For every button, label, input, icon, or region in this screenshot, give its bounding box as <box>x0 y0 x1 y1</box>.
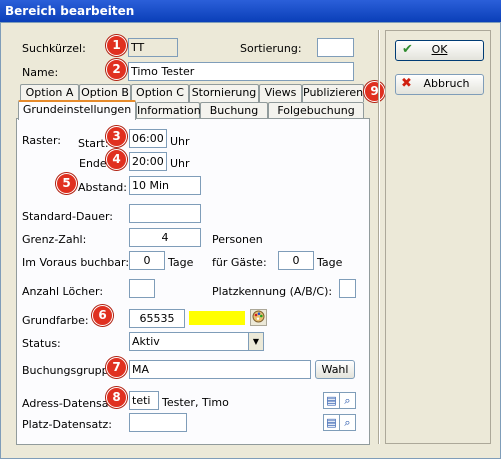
gaeste-input[interactable]: 0 <box>278 251 314 270</box>
personen-label: Personen <box>212 233 263 246</box>
adress-name: Tester, Timo <box>162 396 229 409</box>
buchungsgruppe-label: Buchungsgruppe: <box>22 364 120 377</box>
tab-grundeinstellungen[interactable]: Grundeinstellungen <box>18 100 136 120</box>
callout-badge-6: 6 <box>92 305 113 326</box>
callout-badge-2: 2 <box>106 59 127 80</box>
raster-label: Raster: <box>22 134 61 147</box>
suchkuerzel-label: Suchkürzel: <box>22 42 86 55</box>
sortierung-input[interactable] <box>317 38 354 57</box>
adress-input[interactable]: teti <box>129 391 159 410</box>
separator <box>378 30 380 444</box>
ok-label: OK <box>431 43 448 56</box>
title-bar[interactable]: Bereich bearbeiten <box>0 0 501 22</box>
name-label: Name: <box>22 66 59 79</box>
buchungsgruppe-input[interactable]: MA <box>129 360 311 379</box>
standard-dauer-label: Standard-Dauer: <box>22 210 113 223</box>
voraus-input[interactable]: 0 <box>129 251 165 270</box>
window-title: Bereich bearbeiten <box>5 4 135 18</box>
check-icon: ✔ <box>402 42 413 57</box>
gaeste-label: für Gäste: <box>212 256 267 269</box>
voraus-label: Im Voraus buchbar: <box>22 256 130 269</box>
tab-stornierung[interactable]: Stornierung <box>189 84 259 102</box>
search-icon: ⌕ <box>344 416 351 429</box>
callout-badge-4: 4 <box>106 149 127 170</box>
grenz-zahl-label: Grenz-Zahl: <box>22 233 87 246</box>
callout-badge-8: 8 <box>106 387 127 408</box>
abstand-input[interactable]: 10 Min <box>129 176 201 195</box>
name-input[interactable]: Timo Tester <box>128 62 354 81</box>
loecher-input[interactable] <box>129 279 155 298</box>
record-icon: ▤ <box>326 394 337 407</box>
callout-badge-9: 9 <box>364 81 385 102</box>
callout-badge-1: 1 <box>106 35 127 56</box>
abbruch-button[interactable]: ✖ Abbruch <box>395 74 484 95</box>
ende-time-input[interactable]: 20:00 <box>129 152 167 171</box>
abstand-label: Abstand: <box>78 181 127 194</box>
suchkuerzel-input[interactable]: TT <box>128 38 178 57</box>
status-label: Status: <box>22 337 61 350</box>
sortierung-label: Sortierung: <box>240 42 302 55</box>
grundfarbe-input[interactable]: 65535 <box>129 309 185 328</box>
loecher-label: Anzahl Löcher: <box>22 285 104 298</box>
tab-publizieren[interactable]: Publizieren <box>302 84 364 102</box>
color-picker-button[interactable] <box>250 309 267 326</box>
palette-icon <box>252 310 265 323</box>
callout-badge-7: 7 <box>106 357 127 378</box>
standard-dauer-input[interactable] <box>129 204 201 223</box>
chevron-down-icon[interactable]: ▼ <box>248 333 263 350</box>
gaeste-unit: Tage <box>317 256 343 269</box>
grundfarbe-swatch <box>189 311 245 325</box>
callout-badge-3: 3 <box>106 126 127 147</box>
voraus-unit: Tage <box>168 256 194 269</box>
wahl-button[interactable]: Wahl <box>315 360 355 379</box>
platzkennung-input[interactable] <box>339 279 356 298</box>
platzkennung-label: Platzkennung (A/B/C): <box>212 285 333 298</box>
tab-views[interactable]: Views <box>259 84 302 102</box>
abbruch-label: Abbruch <box>423 77 470 90</box>
grundfarbe-label: Grundfarbe: <box>22 314 89 327</box>
close-icon: ✖ <box>401 76 412 91</box>
callout-badge-5: 5 <box>56 173 77 194</box>
start-time-input[interactable]: 06:00 <box>129 129 167 148</box>
status-select[interactable]: Aktiv ▼ <box>129 332 264 351</box>
record-icon: ▤ <box>326 416 337 429</box>
adress-open-button[interactable]: ▤ <box>323 392 340 409</box>
platz-search-button[interactable]: ⌕ <box>339 414 356 431</box>
ende-unit: Uhr <box>170 157 190 170</box>
platz-label: Platz-Datensatz: <box>22 418 113 431</box>
platz-input[interactable] <box>129 413 187 432</box>
start-label: Start: <box>78 137 109 150</box>
search-icon: ⌕ <box>344 394 351 407</box>
grenz-zahl-input[interactable]: 4 <box>129 228 201 247</box>
status-value: Aktiv <box>132 335 160 348</box>
start-unit: Uhr <box>170 135 190 148</box>
adress-search-button[interactable]: ⌕ <box>339 392 356 409</box>
platz-open-button[interactable]: ▤ <box>323 414 340 431</box>
ok-button[interactable]: ✔ OK <box>395 40 484 61</box>
tab-option-c[interactable]: Option C <box>131 84 189 102</box>
